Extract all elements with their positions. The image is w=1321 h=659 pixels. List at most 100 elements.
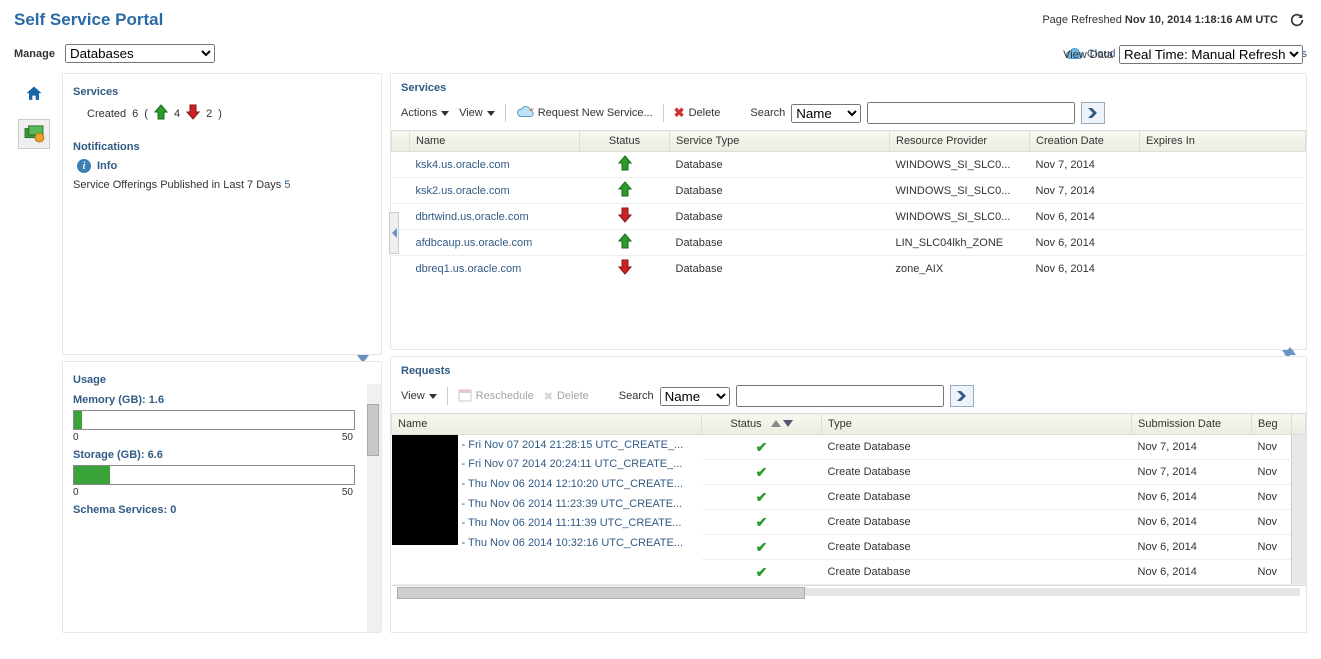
service-expires xyxy=(1140,256,1306,281)
request-new-service-button[interactable]: + Request New Service... xyxy=(516,105,653,122)
req-col-status[interactable]: Status xyxy=(702,414,822,435)
col-provider[interactable]: Resource Provider xyxy=(890,131,1030,152)
offerings-count[interactable]: 5 xyxy=(284,179,290,191)
page-title: Self Service Portal xyxy=(14,10,163,30)
request-type: Create Database xyxy=(822,560,1132,585)
request-type: Create Database xyxy=(822,460,1132,485)
requests-panel: Requests View Reschedule ✖ Delete xyxy=(390,356,1307,633)
service-expires xyxy=(1140,178,1306,204)
status-ok-icon: ✔ xyxy=(756,539,768,555)
sort-icon[interactable] xyxy=(771,420,793,427)
table-row[interactable]: ksk4.us.oracle.comDatabaseWINDOWS_SI_SLC… xyxy=(392,152,1306,178)
request-preview-box xyxy=(392,435,458,545)
stor-min: 0 xyxy=(73,487,79,498)
service-provider: LIN_SLC04lkh_ZONE xyxy=(890,230,1030,256)
service-link[interactable]: afdbcaup.us.oracle.com xyxy=(416,237,533,249)
delete-button[interactable]: ✖ Delete xyxy=(674,105,721,121)
refresh-icon[interactable] xyxy=(1287,10,1307,30)
services-head: Services xyxy=(391,74,1306,96)
request-link[interactable]: - Thu Nov 06 2014 12:10:20 UTC_CREATE... xyxy=(462,478,684,490)
service-provider: WINDOWS_SI_SLC0... xyxy=(890,178,1030,204)
manage-select[interactable]: Databases xyxy=(65,44,215,63)
viewdata-label: View Data xyxy=(1063,49,1113,61)
up-arrow-icon xyxy=(618,162,632,174)
delete-x-icon: ✖ xyxy=(674,105,685,121)
services-summary-panel: Services Created 6 ( 4 2 ) xyxy=(62,73,382,355)
usage-panel: Usage Memory (GB): 1.6 050 Storage (GB):… xyxy=(62,361,382,633)
stor-max: 50 xyxy=(342,487,353,498)
viewdata-select[interactable]: Real Time: Manual Refresh xyxy=(1119,45,1303,64)
req-search-field-select[interactable]: Name xyxy=(660,387,730,406)
search-go-button[interactable] xyxy=(1081,102,1105,124)
request-link[interactable]: - Thu Nov 06 2014 11:23:39 UTC_CREATE... xyxy=(462,498,684,510)
info-icon: i xyxy=(77,159,91,173)
req-delete-button[interactable]: ✖ Delete xyxy=(544,390,589,403)
schema-label: Schema Services: xyxy=(73,504,167,516)
col-name[interactable]: Name xyxy=(410,131,580,152)
request-begin: Nov xyxy=(1252,460,1292,485)
service-expires xyxy=(1140,204,1306,230)
service-created: Nov 6, 2014 xyxy=(1030,230,1140,256)
req-col-type[interactable]: Type xyxy=(822,414,1132,435)
created-total: 6 xyxy=(132,108,138,120)
table-row[interactable]: ksk2.us.oracle.comDatabaseWINDOWS_SI_SLC… xyxy=(392,178,1306,204)
view-menu[interactable]: View xyxy=(459,107,495,119)
col-type[interactable]: Service Type xyxy=(670,131,890,152)
reschedule-button[interactable]: Reschedule xyxy=(458,388,534,405)
request-link[interactable]: - Thu Nov 06 2014 10:32:16 UTC_CREATE... xyxy=(462,537,684,549)
status-ok-icon: ✔ xyxy=(756,464,768,480)
service-link[interactable]: ksk2.us.oracle.com xyxy=(416,185,510,197)
usage-scrollbar[interactable] xyxy=(367,384,381,632)
created-up: 4 xyxy=(174,108,180,120)
collapse-left-icon[interactable] xyxy=(389,212,399,254)
usage-head: Usage xyxy=(73,366,371,388)
mem-value: 1.6 xyxy=(149,394,164,406)
table-row[interactable]: dbreq1.us.oracle.comDatabasezone_AIXNov … xyxy=(392,256,1306,281)
service-provider: WINDOWS_SI_SLC0... xyxy=(890,152,1030,178)
mem-gauge xyxy=(73,410,355,430)
table-row[interactable]: afdbcaup.us.oracle.comDatabaseLIN_SLC04l… xyxy=(392,230,1306,256)
schema-value: 0 xyxy=(170,504,176,516)
req-search-label: Search xyxy=(619,390,654,402)
col-status[interactable]: Status xyxy=(580,131,670,152)
req-hscrollbar[interactable] xyxy=(391,585,1306,602)
request-link[interactable]: - Fri Nov 07 2014 20:24:11 UTC_CREATE_..… xyxy=(462,458,684,470)
req-col-begin[interactable]: Beg xyxy=(1252,414,1292,435)
service-link[interactable]: dbreq1.us.oracle.com xyxy=(416,263,522,275)
actions-menu[interactable]: Actions xyxy=(401,107,449,119)
col-created[interactable]: Creation Date xyxy=(1030,131,1140,152)
search-field-select[interactable]: Name xyxy=(791,104,861,123)
collapse-up-icon[interactable] xyxy=(1284,347,1296,355)
service-type: Database xyxy=(670,256,890,281)
service-created: Nov 6, 2014 xyxy=(1030,256,1140,281)
status-ok-icon: ✔ xyxy=(756,564,768,580)
manage-label: Manage xyxy=(14,48,55,60)
service-created: Nov 7, 2014 xyxy=(1030,178,1140,204)
service-link[interactable]: dbrtwind.us.oracle.com xyxy=(416,211,529,223)
req-search-input[interactable] xyxy=(736,385,944,407)
request-link[interactable]: - Fri Nov 07 2014 21:28:15 UTC_CREATE_..… xyxy=(462,439,684,451)
status-ok-icon: ✔ xyxy=(756,439,768,455)
req-col-submitted[interactable]: Submission Date xyxy=(1132,414,1252,435)
requests-table: Name Status Type Submission Date Beg xyxy=(391,413,1306,585)
table-row[interactable]: dbrtwind.us.oracle.comDatabaseWINDOWS_SI… xyxy=(392,204,1306,230)
service-created: Nov 7, 2014 xyxy=(1030,152,1140,178)
col-expires[interactable]: Expires In xyxy=(1140,131,1306,152)
up-arrow-icon xyxy=(618,240,632,252)
request-link[interactable]: - Thu Nov 06 2014 11:11:39 UTC_CREATE... xyxy=(462,517,684,529)
req-search-go-button[interactable] xyxy=(950,385,974,407)
request-submitted: Nov 7, 2014 xyxy=(1132,460,1252,485)
request-submitted: Nov 6, 2014 xyxy=(1132,535,1252,560)
billing-icon[interactable] xyxy=(18,119,50,149)
home-icon[interactable] xyxy=(18,79,50,109)
cloud-plus-icon: + xyxy=(516,105,534,122)
request-begin: Nov xyxy=(1252,485,1292,510)
service-link[interactable]: ksk4.us.oracle.com xyxy=(416,159,510,171)
svg-text:+: + xyxy=(529,105,534,114)
req-col-name[interactable]: Name xyxy=(392,414,702,435)
stor-gauge xyxy=(73,465,355,485)
req-scrollbar[interactable] xyxy=(1292,435,1306,585)
request-submitted: Nov 6, 2014 xyxy=(1132,485,1252,510)
search-input[interactable] xyxy=(867,102,1075,124)
req-view-menu[interactable]: View xyxy=(401,390,437,402)
